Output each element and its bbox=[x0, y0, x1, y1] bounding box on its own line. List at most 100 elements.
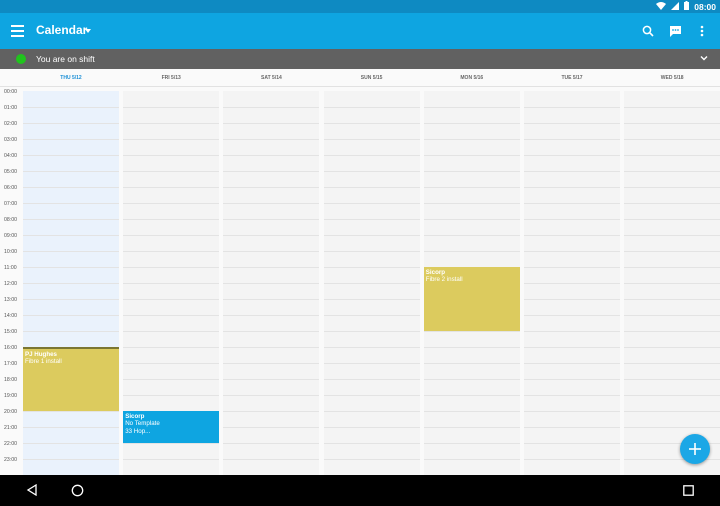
home-icon[interactable] bbox=[70, 483, 84, 497]
hour-line bbox=[323, 411, 420, 412]
day-column[interactable] bbox=[524, 91, 620, 475]
hour-line bbox=[624, 379, 720, 380]
hour-line bbox=[423, 235, 520, 236]
hour-line bbox=[223, 107, 320, 108]
hour-line bbox=[323, 299, 420, 300]
hour-label: 11:00 bbox=[4, 265, 17, 271]
recents-icon[interactable] bbox=[681, 483, 695, 497]
hour-label: 10:00 bbox=[4, 249, 17, 255]
hour-line bbox=[323, 139, 420, 140]
hour-line bbox=[123, 299, 220, 300]
hour-line bbox=[123, 251, 220, 252]
event-title: Sicorp bbox=[125, 413, 145, 420]
hour-line bbox=[524, 187, 620, 188]
hour-label: 21:00 bbox=[4, 425, 17, 431]
hour-line bbox=[123, 459, 220, 460]
hour-line bbox=[524, 203, 620, 204]
hour-line bbox=[524, 107, 620, 108]
hour-line bbox=[223, 411, 320, 412]
hour-line bbox=[223, 299, 320, 300]
hour-line bbox=[223, 171, 320, 172]
hour-line bbox=[524, 283, 620, 284]
hour-line bbox=[223, 331, 320, 332]
hour-line bbox=[323, 427, 420, 428]
hour-line bbox=[123, 283, 220, 284]
back-icon[interactable] bbox=[25, 483, 39, 497]
hour-line bbox=[23, 299, 119, 300]
dropdown-caret-icon[interactable] bbox=[85, 29, 91, 33]
search-icon[interactable] bbox=[640, 23, 656, 39]
day-header-0[interactable]: THU 5/12 bbox=[23, 75, 119, 81]
hour-line bbox=[323, 203, 420, 204]
day-header-6[interactable]: WED 5/18 bbox=[624, 75, 720, 81]
hour-line bbox=[123, 123, 220, 124]
hour-line bbox=[323, 267, 420, 268]
hour-line bbox=[423, 411, 520, 412]
hour-line bbox=[524, 267, 620, 268]
hour-line bbox=[23, 443, 119, 444]
shift-status-bar[interactable]: You are on shift bbox=[0, 49, 720, 69]
hour-line bbox=[524, 315, 620, 316]
hour-label: 19:00 bbox=[4, 393, 17, 399]
hour-line bbox=[23, 459, 119, 460]
day-header-3[interactable]: SUN 5/15 bbox=[324, 75, 420, 81]
hour-line bbox=[23, 171, 119, 172]
hour-line bbox=[423, 379, 520, 380]
hour-line bbox=[524, 251, 620, 252]
hour-line bbox=[423, 107, 520, 108]
chevron-down-icon[interactable] bbox=[699, 53, 709, 65]
app-title[interactable]: Calendar bbox=[36, 23, 87, 37]
hour-line bbox=[23, 283, 119, 284]
day-header-5[interactable]: TUE 5/17 bbox=[524, 75, 620, 81]
add-event-button[interactable] bbox=[680, 434, 710, 464]
hour-line bbox=[624, 235, 720, 236]
day-header-2[interactable]: SAT 5/14 bbox=[223, 75, 319, 81]
day-header-4[interactable]: MON 5/16 bbox=[424, 75, 520, 81]
hour-line bbox=[123, 267, 220, 268]
hour-line bbox=[23, 155, 119, 156]
hour-line bbox=[223, 123, 320, 124]
week-grid[interactable]: 00:00 01:00 02:00 03:00 04:00 05:00 06:00 07:00… bbox=[0, 87, 720, 475]
hour-line bbox=[624, 251, 720, 252]
hour-line bbox=[624, 427, 720, 428]
chat-icon[interactable] bbox=[667, 23, 683, 39]
hour-line bbox=[23, 267, 119, 268]
calendar-event[interactable]: PJ Hughes Fibre 1 install bbox=[23, 347, 119, 411]
hour-line bbox=[323, 331, 420, 332]
hour-line bbox=[423, 443, 520, 444]
hour-label: 14:00 bbox=[4, 313, 17, 319]
more-vert-icon[interactable] bbox=[694, 23, 710, 39]
hour-line bbox=[524, 139, 620, 140]
hour-label: 05:00 bbox=[4, 169, 17, 175]
day-column[interactable] bbox=[23, 91, 119, 475]
hour-line bbox=[624, 267, 720, 268]
hour-line bbox=[223, 187, 320, 188]
hour-line bbox=[624, 171, 720, 172]
hour-line bbox=[223, 379, 320, 380]
day-header-1[interactable]: FRI 5/13 bbox=[123, 75, 219, 81]
event-title: Sicorp bbox=[425, 269, 446, 276]
hour-line bbox=[123, 363, 220, 364]
hour-line bbox=[624, 203, 720, 204]
hour-line bbox=[423, 203, 520, 204]
hour-line bbox=[624, 331, 720, 332]
hour-label: 04:00 bbox=[4, 153, 17, 159]
day-column[interactable] bbox=[223, 91, 320, 475]
hour-line bbox=[624, 107, 720, 108]
hour-line bbox=[223, 203, 320, 204]
day-column[interactable] bbox=[323, 91, 420, 475]
calendar-event[interactable]: Sicorp No Template 33 Hop... bbox=[123, 411, 220, 443]
hour-line bbox=[524, 219, 620, 220]
hour-line bbox=[123, 347, 220, 348]
hour-line bbox=[624, 155, 720, 156]
hour-line bbox=[123, 395, 220, 396]
hour-line bbox=[323, 251, 420, 252]
day-column[interactable] bbox=[624, 91, 720, 475]
hour-line bbox=[23, 187, 119, 188]
hour-line bbox=[323, 379, 420, 380]
menu-icon[interactable] bbox=[11, 23, 27, 39]
hour-line bbox=[524, 443, 620, 444]
hour-line bbox=[423, 331, 520, 332]
calendar-event[interactable]: Sicorp Fibre 2 install bbox=[423, 267, 520, 331]
hour-line bbox=[23, 219, 119, 220]
